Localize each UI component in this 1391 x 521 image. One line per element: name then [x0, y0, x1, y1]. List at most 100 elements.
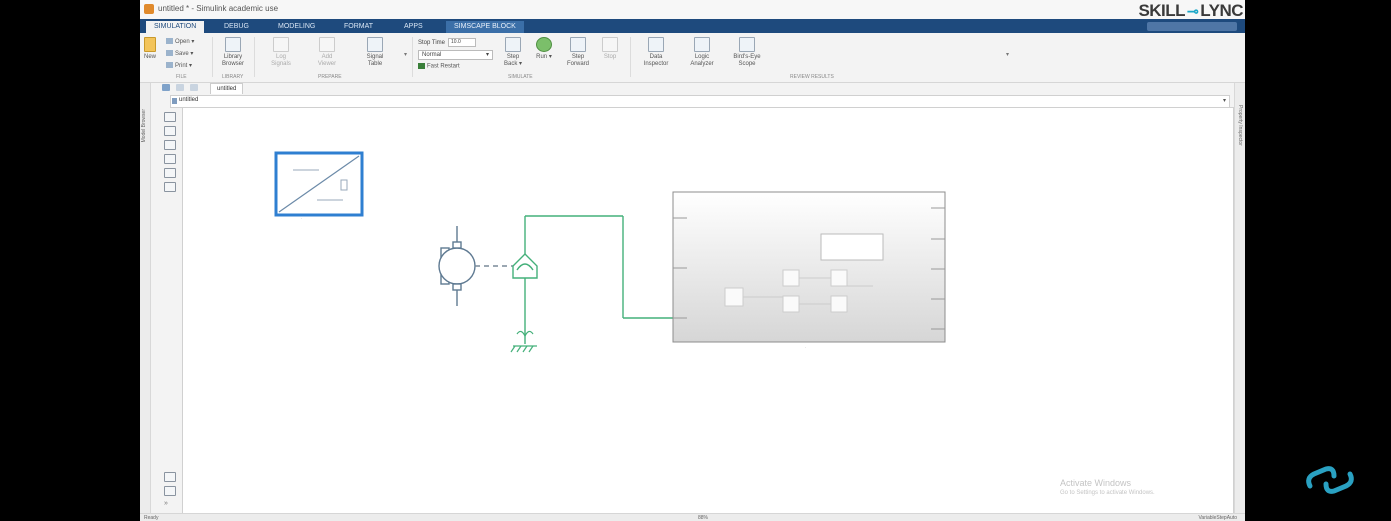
dc-motor-block[interactable]	[438, 226, 513, 306]
toolstrip: New Open ▾ Save ▾ Print ▾ FILE Library B…	[140, 33, 1245, 83]
forward-icon[interactable]	[176, 84, 184, 91]
fast-restart-icon	[418, 63, 425, 69]
signal-table-label: Signal Table	[366, 54, 384, 67]
prepare-section-label: PREPARE	[318, 74, 342, 80]
stop-time-value: 10.0	[451, 39, 461, 45]
canvas-palette: »	[158, 104, 182, 512]
stop-button[interactable]: Stop	[600, 37, 620, 61]
add-viewer-button[interactable]: Add Viewer	[312, 37, 342, 68]
tab-simscape-block[interactable]: SIMSCAPE BLOCK	[446, 21, 524, 33]
activate-windows-watermark: Activate Windows Go to Settings to activ…	[1060, 478, 1240, 496]
data-inspector-button[interactable]: Data Inspector	[640, 37, 672, 68]
up-icon[interactable]	[190, 84, 198, 91]
stop-label: Stop	[603, 54, 617, 60]
bird-eye-scope-icon	[739, 37, 755, 52]
subsystem-block[interactable]: ·	[672, 191, 946, 350]
step-forward-label: Step Forward	[566, 54, 589, 67]
bird-eye-scope-label: Bird's-Eye Scope	[733, 54, 761, 67]
library-browser-label: Library Browser	[221, 54, 244, 67]
stop-time-label: Stop Time	[418, 40, 446, 47]
new-button[interactable]: New	[144, 37, 156, 61]
fit-to-view-icon[interactable]	[164, 126, 176, 136]
print-button[interactable]: Print ▾	[166, 62, 192, 69]
bird-eye-scope-button[interactable]: Bird's-Eye Scope	[730, 37, 764, 68]
data-inspector-icon	[648, 37, 664, 52]
signal-table-icon	[367, 37, 383, 52]
step-back-button[interactable]: Step Back ▾	[500, 37, 526, 68]
status-ready: Ready	[144, 515, 159, 521]
open-button[interactable]: Open ▾	[166, 38, 194, 45]
annotation-icon[interactable]	[164, 154, 176, 164]
simulation-mode-value: Normal	[422, 52, 442, 58]
prepare-expand-chevron-icon[interactable]: ▾	[404, 51, 407, 58]
run-icon	[536, 37, 552, 52]
model-canvas[interactable]: · ·	[182, 107, 1234, 515]
chevron-down-icon: ▾	[485, 52, 489, 58]
tab-debug[interactable]: DEBUG	[216, 21, 257, 33]
print-label: Print	[175, 63, 188, 69]
library-browser-button[interactable]: Library Browser	[218, 37, 248, 68]
simulation-mode-dropdown[interactable]: Normal ▾	[418, 50, 493, 60]
log-signals-label: Log Signals	[271, 54, 291, 67]
ideal-rotational-motion-sensor-block[interactable]	[512, 215, 673, 344]
tab-modeling[interactable]: MODELING	[270, 21, 323, 33]
brand-link-icon: ⊸	[1187, 3, 1199, 19]
status-bar: Ready 88% VariableStepAuto	[140, 513, 1245, 521]
zoom-level: 88%	[698, 515, 709, 521]
stop-time-field: Stop Time 10.0	[418, 38, 477, 47]
file-section-label: FILE	[176, 74, 187, 80]
breadcrumb-model[interactable]: untitled	[179, 97, 198, 103]
search-documentation-box[interactable]	[1147, 22, 1237, 31]
property-inspector-panel[interactable]: Property Inspector	[1234, 83, 1245, 513]
run-button[interactable]: Run ▾	[534, 37, 554, 61]
library-section-label: LIBRARY	[222, 74, 244, 80]
image-icon[interactable]	[164, 168, 176, 178]
screenshot-icon[interactable]	[164, 472, 176, 482]
skill-lync-brand: SKILL ⊸ LYNC	[1138, 1, 1243, 21]
save-button[interactable]: Save ▾	[166, 50, 193, 57]
save-label: Save	[175, 51, 189, 57]
ribbon-tab-strip: SIMULATION DEBUG MODELING FORMAT APPS SI…	[140, 19, 1245, 33]
tab-format[interactable]: FORMAT	[336, 21, 381, 33]
log-signals-icon	[273, 37, 289, 52]
toolstrip-separator	[630, 37, 631, 77]
model-browser-panel[interactable]: Model Browser	[140, 83, 151, 513]
fast-restart-label: Fast Restart	[427, 63, 460, 70]
step-forward-icon	[570, 37, 586, 52]
new-model-icon	[144, 37, 156, 52]
chevron-down-icon[interactable]: ▾	[1223, 97, 1226, 104]
logic-analyzer-icon	[694, 37, 710, 52]
solver-status[interactable]: VariableStepAuto	[1198, 515, 1237, 521]
logic-analyzer-button[interactable]: Logic Analyzer	[686, 37, 718, 68]
tab-apps[interactable]: APPS	[396, 21, 431, 33]
step-forward-button[interactable]: Step Forward	[564, 37, 592, 68]
collapse-chevron-icon[interactable]: »	[164, 500, 174, 508]
watermark-line-1: Activate Windows	[1060, 478, 1132, 488]
dc-voltage-source-block[interactable]: ·	[274, 151, 364, 221]
toolstrip-separator	[412, 37, 413, 77]
library-browser-icon	[225, 37, 241, 52]
model-tab-untitled[interactable]: untitled	[210, 83, 244, 94]
data-inspector-label: Data Inspector	[643, 54, 669, 67]
fast-restart-toggle[interactable]: Fast Restart	[418, 63, 460, 70]
run-label: Run	[536, 54, 548, 60]
print-icon	[166, 62, 173, 69]
new-label: New	[144, 54, 157, 60]
mechanical-rotational-reference-block[interactable]	[510, 330, 537, 353]
arrow-icon[interactable]	[164, 140, 176, 150]
model-browser-label: Model Browser	[141, 109, 147, 143]
stop-time-input[interactable]: 10.0	[448, 38, 477, 47]
review-expand-chevron-icon[interactable]: ▾	[1006, 51, 1009, 58]
camera-icon[interactable]	[164, 486, 176, 496]
log-signals-button[interactable]: Log Signals	[266, 37, 296, 68]
back-icon[interactable]	[162, 84, 170, 91]
watermark-line-2: Go to Settings to activate Windows.	[1060, 490, 1155, 496]
brand-left: SKILL	[1138, 1, 1186, 20]
zoom-icon[interactable]	[164, 112, 176, 122]
tab-simulation[interactable]: SIMULATION	[146, 21, 205, 33]
toolstrip-separator	[212, 37, 213, 77]
signal-table-button[interactable]: Signal Table	[360, 37, 390, 68]
dc-voltage-source-label: ·	[301, 216, 302, 221]
area-icon[interactable]	[164, 182, 176, 192]
block-diagram: · ·	[274, 151, 946, 353]
